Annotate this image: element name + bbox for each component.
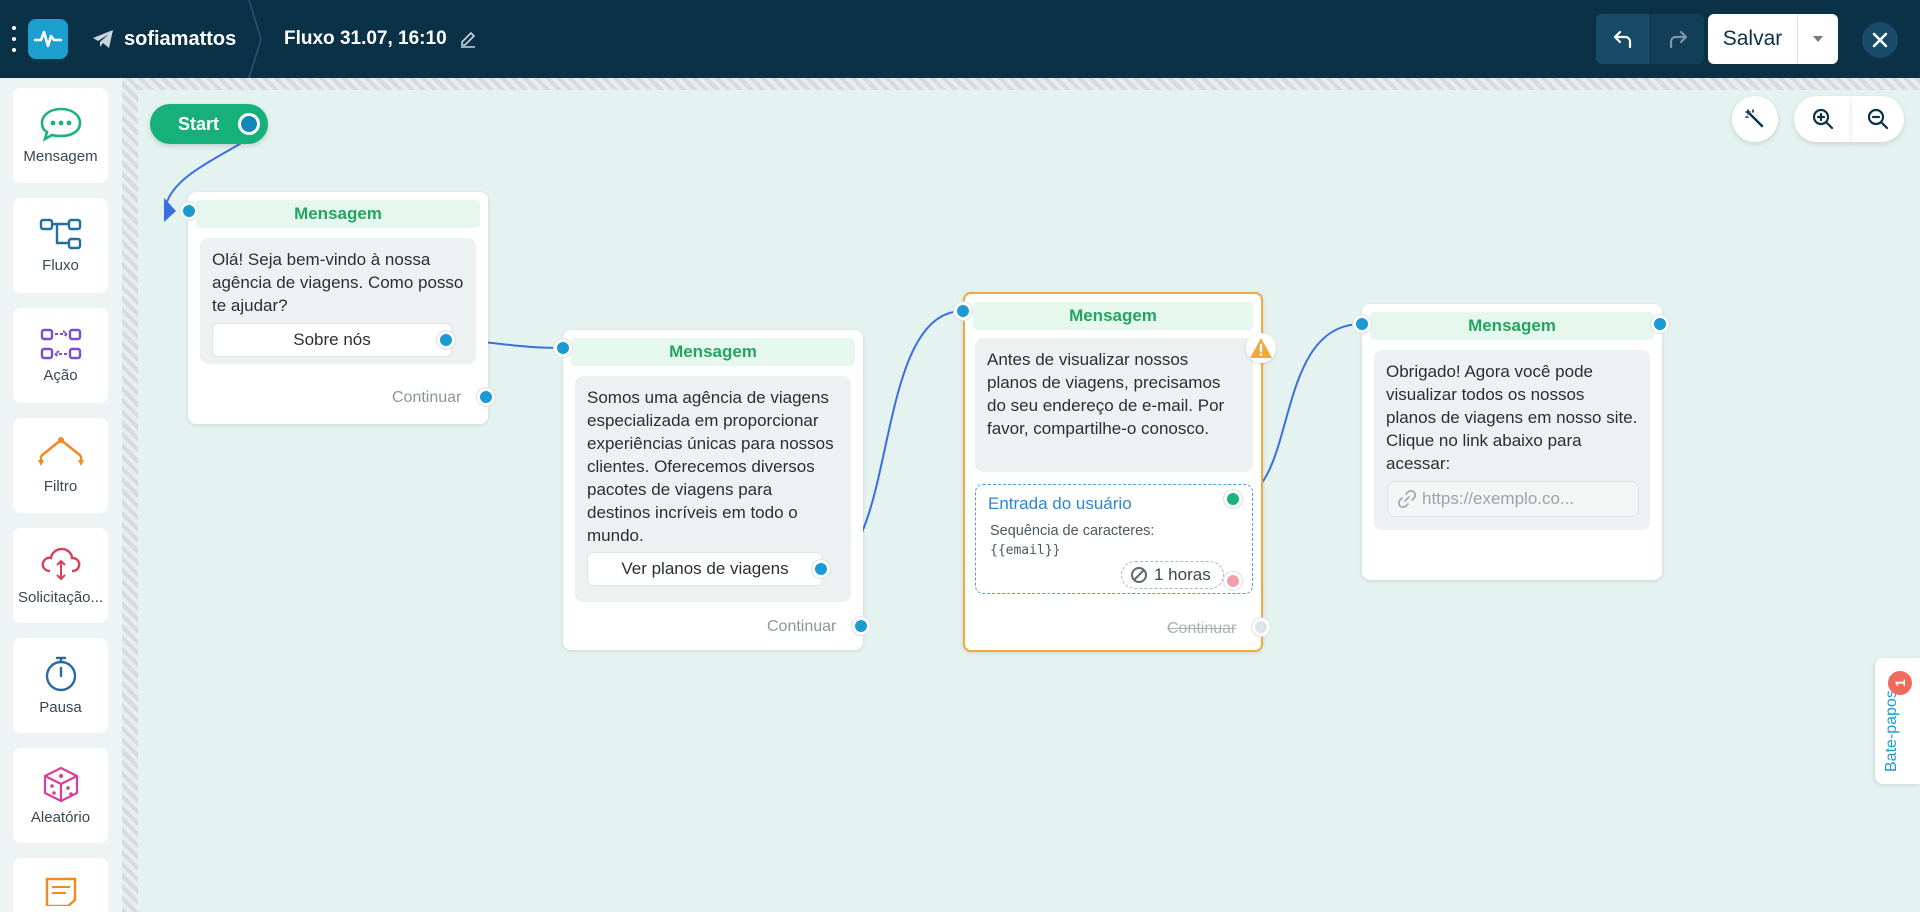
quick-reply-button[interactable]: Ver planos de viagens: [587, 552, 823, 586]
input-title: Entrada do usuário: [988, 494, 1132, 513]
palette-label: Ação: [43, 367, 78, 384]
node2-button-port[interactable]: [812, 560, 830, 578]
node3-timeout-port[interactable]: [1224, 572, 1242, 590]
breadcrumb-separator: [248, 0, 262, 78]
message-text: Olá! Seja bem-vindo à nossa agência de v…: [212, 250, 464, 315]
redo-icon: [1669, 30, 1687, 49]
chats-label: Bate-papos: [1883, 690, 1900, 772]
input-variable: {{email}}: [990, 543, 1061, 558]
url-field[interactable]: https://exemplo.co...: [1387, 481, 1639, 517]
telegram-icon: [93, 30, 113, 48]
history-controls: [1596, 14, 1704, 64]
message-text: Antes de visualizar nossos planos de via…: [987, 350, 1225, 438]
palette-label: Pausa: [39, 699, 82, 716]
palette-item-pausa[interactable]: Pausa: [13, 638, 108, 733]
node1-button-port[interactable]: [437, 331, 455, 349]
link-icon: [1398, 490, 1416, 508]
stopwatch-icon: [45, 656, 76, 692]
auto-arrange-button[interactable]: [1732, 96, 1778, 142]
palette-label: Mensagem: [23, 148, 98, 165]
palette-item-note[interactable]: [13, 858, 108, 912]
start-node[interactable]: Start: [150, 104, 268, 144]
app-logo[interactable]: [28, 19, 68, 59]
canvas-border: [138, 78, 1920, 90]
node1-input-port[interactable]: [180, 202, 198, 220]
palette-item-solicitacao[interactable]: Solicitação...: [13, 528, 108, 623]
palette-border: [122, 78, 138, 912]
zoom-out-button[interactable]: [1852, 96, 1904, 142]
timeout-pill[interactable]: 1 horas: [1121, 561, 1224, 589]
message-node-3[interactable]: Mensagem Antes de visualizar nossos plan…: [963, 292, 1263, 652]
flow-title: Fluxo 31.07, 16:10: [284, 28, 447, 49]
palette-label: Solicitação...: [17, 589, 104, 606]
undo-icon: [1613, 30, 1632, 49]
flow-title-area[interactable]: Fluxo 31.07, 16:10: [284, 0, 477, 78]
node-title: Mensagem: [196, 200, 480, 228]
zoom-out-icon: [1867, 108, 1889, 130]
node-title: Mensagem: [973, 302, 1253, 330]
magic-wand-icon: [1745, 109, 1764, 128]
edit-pencil-icon[interactable]: [459, 30, 477, 48]
message-text: Somos uma agência de viagens especializa…: [587, 388, 834, 545]
undo-button[interactable]: [1596, 14, 1650, 64]
palette-item-acao[interactable]: Ação: [13, 308, 108, 403]
node2-input-port[interactable]: [554, 339, 572, 357]
message-node-4[interactable]: Mensagem Obrigado! Agora você pode visua…: [1362, 304, 1662, 580]
node3-input-output-port[interactable]: [1224, 490, 1242, 508]
timeout-label: 1 horas: [1154, 565, 1211, 584]
palette-item-aleatorio[interactable]: Aleatório: [13, 748, 108, 843]
node3-input-port[interactable]: [954, 302, 972, 320]
palette-item-filtro[interactable]: Filtro: [13, 418, 108, 513]
palette-item-fluxo[interactable]: Fluxo: [13, 198, 108, 293]
chevron-down-icon: [1813, 36, 1823, 42]
palette-label: Aleatório: [30, 809, 91, 826]
quick-reply-button[interactable]: Sobre nós: [212, 323, 452, 357]
user-input-block[interactable]: Entrada do usuário Sequência de caracter…: [975, 484, 1253, 594]
palette-label: Fluxo: [42, 257, 79, 274]
node1-continue-port[interactable]: [477, 388, 495, 406]
bot-name: sofiamattos: [124, 27, 237, 50]
message-node-1[interactable]: Mensagem Olá! Seja bem-vindo à nossa agê…: [188, 192, 488, 424]
node4-input-port[interactable]: [1353, 315, 1371, 333]
chats-count-badge: 1: [1888, 671, 1912, 695]
continue-label: Continuar: [392, 389, 462, 406]
url-placeholder: https://exemplo.co...: [1422, 489, 1575, 508]
start-output-port[interactable]: [238, 113, 260, 135]
node-title: Mensagem: [1370, 312, 1654, 340]
filter-icon: [37, 437, 84, 466]
start-label: Start: [178, 113, 220, 134]
redo-button[interactable]: [1650, 14, 1704, 64]
more-menu-icon[interactable]: [8, 26, 20, 52]
palette-label: Filtro: [43, 478, 78, 495]
top-bar: sofiamattos Fluxo 31.07, 16:10 Salvar: [0, 0, 1920, 78]
close-button[interactable]: [1862, 22, 1898, 58]
save-group: Salvar: [1708, 14, 1838, 64]
action-icon: [40, 328, 81, 360]
zoom-in-icon: [1812, 108, 1834, 130]
block-icon: [1131, 567, 1147, 583]
warning-icon[interactable]: [1246, 333, 1276, 363]
save-button[interactable]: Salvar: [1708, 14, 1798, 64]
message-node-2[interactable]: Mensagem Somos uma agência de viagens es…: [563, 330, 863, 650]
flow-icon: [39, 218, 81, 250]
message-text: Obrigado! Agora você pode visualizar tod…: [1386, 362, 1638, 473]
cloud-request-icon: [41, 547, 80, 581]
node2-continue-port[interactable]: [852, 617, 870, 635]
chat-bubble-icon: [40, 107, 81, 142]
bot-selector[interactable]: sofiamattos: [92, 0, 236, 78]
zoom-in-button[interactable]: [1794, 96, 1852, 142]
close-icon: [1872, 32, 1888, 48]
continue-label: Continuar: [767, 618, 837, 635]
message-bubble[interactable]: Antes de visualizar nossos planos de via…: [975, 338, 1253, 472]
palette-item-mensagem[interactable]: Mensagem: [13, 88, 108, 183]
save-options-button[interactable]: [1798, 14, 1838, 64]
dice-icon: [43, 766, 78, 803]
node4-output-port[interactable]: [1651, 315, 1669, 333]
note-icon: [45, 877, 76, 906]
input-type: Sequência de caracteres:: [990, 523, 1155, 539]
continue-label: Continuar: [1167, 620, 1237, 637]
node3-continue-port[interactable]: [1252, 618, 1270, 636]
node-title: Mensagem: [571, 338, 855, 366]
